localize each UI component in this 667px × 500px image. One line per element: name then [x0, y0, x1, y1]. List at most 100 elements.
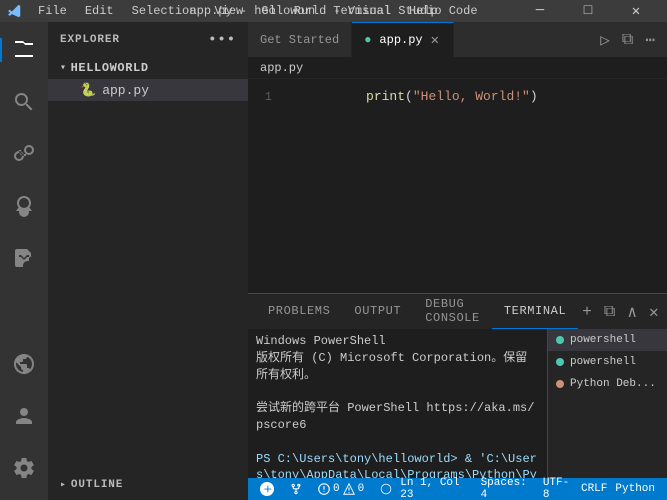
code-line-1: 1 print("Hello, World!") — [248, 87, 667, 106]
terminal-item-label-1: powershell — [570, 334, 636, 346]
tab-apppy-close[interactable]: ✕ — [429, 32, 441, 49]
breadcrumb: app.py — [248, 57, 667, 79]
panel-tabs: PROBLEMS OUTPUT DEBUG CONSOLE TERMINAL +… — [248, 294, 667, 329]
sidebar: Explorer ••• ▾ HELLOWORLD 🐍 app.py ▸ OUT… — [48, 22, 248, 500]
editor-area: Get Started ● app.py ✕ ▷ ⧉ ⋯ app.py 1 pr… — [248, 22, 667, 500]
vscode-logo-icon — [8, 4, 22, 18]
outline-title: OUTLINE — [71, 479, 123, 491]
terminal-line-2 — [256, 383, 539, 400]
terminal-status-dot-1 — [556, 336, 564, 344]
python-file-icon: 🐍 — [80, 83, 96, 98]
activity-extensions[interactable] — [0, 234, 48, 282]
status-branch[interactable] — [286, 478, 306, 500]
status-remote[interactable] — [256, 478, 278, 500]
split-terminal-button[interactable]: ⧉ — [600, 301, 619, 323]
terminal-status-dot-2 — [556, 358, 564, 366]
status-eol[interactable]: CRLF — [577, 478, 611, 500]
error-icon — [318, 483, 330, 495]
line-content-1: print("Hello, World!") — [288, 79, 538, 119]
file-row-apppy[interactable]: 🐍 app.py — [48, 79, 248, 101]
folder-name: HELLOWORLD — [71, 61, 149, 75]
tab-apppy-icon: ● — [364, 33, 371, 47]
tab-output[interactable]: OUTPUT — [342, 294, 413, 329]
activity-remote[interactable] — [0, 340, 48, 388]
window-title: app.py - helloworld - Visual Studio Code — [189, 4, 477, 18]
tab-get-started-label: Get Started — [260, 33, 339, 47]
status-info[interactable] — [376, 478, 396, 500]
maximize-button[interactable]: □ — [565, 0, 611, 22]
terminal-line-4 — [256, 434, 539, 451]
tab-apppy[interactable]: ● app.py ✕ — [352, 22, 454, 57]
split-editor-button[interactable]: ⧉ — [618, 29, 637, 51]
menu-edit[interactable]: Edit — [79, 2, 120, 20]
activity-bar-bottom — [0, 340, 48, 500]
minimize-button[interactable]: ─ — [517, 0, 563, 22]
sidebar-more-button[interactable]: ••• — [208, 32, 236, 48]
status-language[interactable]: Python — [611, 478, 659, 500]
activity-bar — [0, 22, 48, 500]
tab-apppy-label: app.py — [379, 33, 422, 47]
tab-bar: Get Started ● app.py ✕ ▷ ⧉ ⋯ — [248, 22, 667, 57]
info-icon — [380, 483, 392, 495]
tab-terminal[interactable]: TERMINAL — [492, 294, 578, 329]
code-string-value: "Hello, World!" — [413, 89, 530, 104]
status-bar-right: Ln 1, Col 23 Spaces: 4 UTF-8 CRLF Python — [396, 478, 659, 500]
new-terminal-button[interactable]: + — [578, 301, 596, 323]
run-button[interactable]: ▷ — [596, 28, 614, 52]
title-bar: File Edit Selection View Go Run Terminal… — [0, 0, 667, 22]
status-errors[interactable]: 0 0 — [314, 478, 368, 500]
terminal-line-5: PS C:\Users\tony\helloworld> & 'C:\Users… — [256, 451, 539, 478]
line-number-1: 1 — [248, 90, 288, 104]
close-button[interactable]: ✕ — [613, 0, 659, 22]
terminal-line-0: Windows PowerShell — [256, 333, 539, 350]
tab-problems[interactable]: PROBLEMS — [256, 294, 342, 329]
warning-count: 0 — [358, 483, 365, 495]
activity-settings[interactable] — [0, 444, 48, 492]
terminal-content-area: Windows PowerShell 版权所有 (C) Microsoft Co… — [248, 329, 667, 478]
terminal-line-1: 版权所有 (C) Microsoft Corporation。保留所有权利。 — [256, 350, 539, 384]
status-ln-col[interactable]: Ln 1, Col 23 — [396, 478, 476, 500]
terminal-main[interactable]: Windows PowerShell 版权所有 (C) Microsoft Co… — [248, 329, 547, 478]
activity-account[interactable] — [0, 392, 48, 440]
status-bar-left: 0 0 — [256, 478, 396, 500]
terminal-sidebar: powershell powershell Python Deb... — [547, 329, 667, 478]
error-count: 0 — [333, 483, 340, 495]
tab-get-started[interactable]: Get Started — [248, 22, 352, 57]
code-print-keyword: print — [366, 89, 405, 104]
terminal-item-powershell-2[interactable]: powershell — [548, 351, 667, 373]
tab-right-controls: ▷ ⧉ ⋯ — [588, 22, 667, 57]
code-open-paren: ( — [405, 89, 413, 104]
main-container: Explorer ••• ▾ HELLOWORLD 🐍 app.py ▸ OUT… — [0, 22, 667, 500]
code-editor[interactable]: 1 print("Hello, World!") — [248, 79, 667, 293]
terminal-line-3: 尝试新的跨平台 PowerShell https://aka.ms/pscore… — [256, 400, 539, 434]
folder-expand-icon: ▾ — [60, 62, 67, 74]
maximize-panel-button[interactable]: ∧ — [623, 300, 641, 324]
tab-debug-console[interactable]: DEBUG CONSOLE — [413, 294, 492, 329]
menu-file[interactable]: File — [32, 2, 73, 20]
terminal-status-dot-3 — [556, 380, 564, 388]
outline-header[interactable]: ▸ OUTLINE — [48, 474, 248, 496]
status-encoding[interactable]: UTF-8 — [539, 478, 577, 500]
sidebar-header-icons: ••• — [208, 32, 236, 48]
panel-right-controls: + ⧉ ∧ ✕ — [578, 294, 662, 329]
branch-icon — [290, 483, 302, 495]
sidebar-header: Explorer ••• — [48, 22, 248, 57]
explorer-title: Explorer — [60, 34, 120, 46]
folder-row[interactable]: ▾ HELLOWORLD — [48, 57, 248, 79]
status-spaces[interactable]: Spaces: 4 — [477, 478, 539, 500]
outline-section: ▸ OUTLINE — [48, 470, 248, 500]
terminal-item-python-debug[interactable]: Python Deb... — [548, 373, 667, 395]
activity-source-control[interactable] — [0, 130, 48, 178]
breadcrumb-file[interactable]: app.py — [260, 61, 303, 75]
terminal-item-powershell-1[interactable]: powershell — [548, 329, 667, 351]
status-bar: 0 0 Ln 1, Col 23 Spaces: 4 UTF-8 CRLF Py… — [248, 478, 667, 500]
close-panel-button[interactable]: ✕ — [645, 300, 663, 324]
bottom-panel: PROBLEMS OUTPUT DEBUG CONSOLE TERMINAL +… — [248, 293, 667, 478]
window-controls: ─ □ ✕ — [517, 0, 659, 22]
activity-debug[interactable] — [0, 182, 48, 230]
terminal-item-label-3: Python Deb... — [570, 378, 656, 390]
remote-icon — [260, 482, 274, 496]
more-tabs-button[interactable]: ⋯ — [641, 28, 659, 52]
activity-explorer[interactable] — [0, 26, 48, 74]
activity-search[interactable] — [0, 78, 48, 126]
